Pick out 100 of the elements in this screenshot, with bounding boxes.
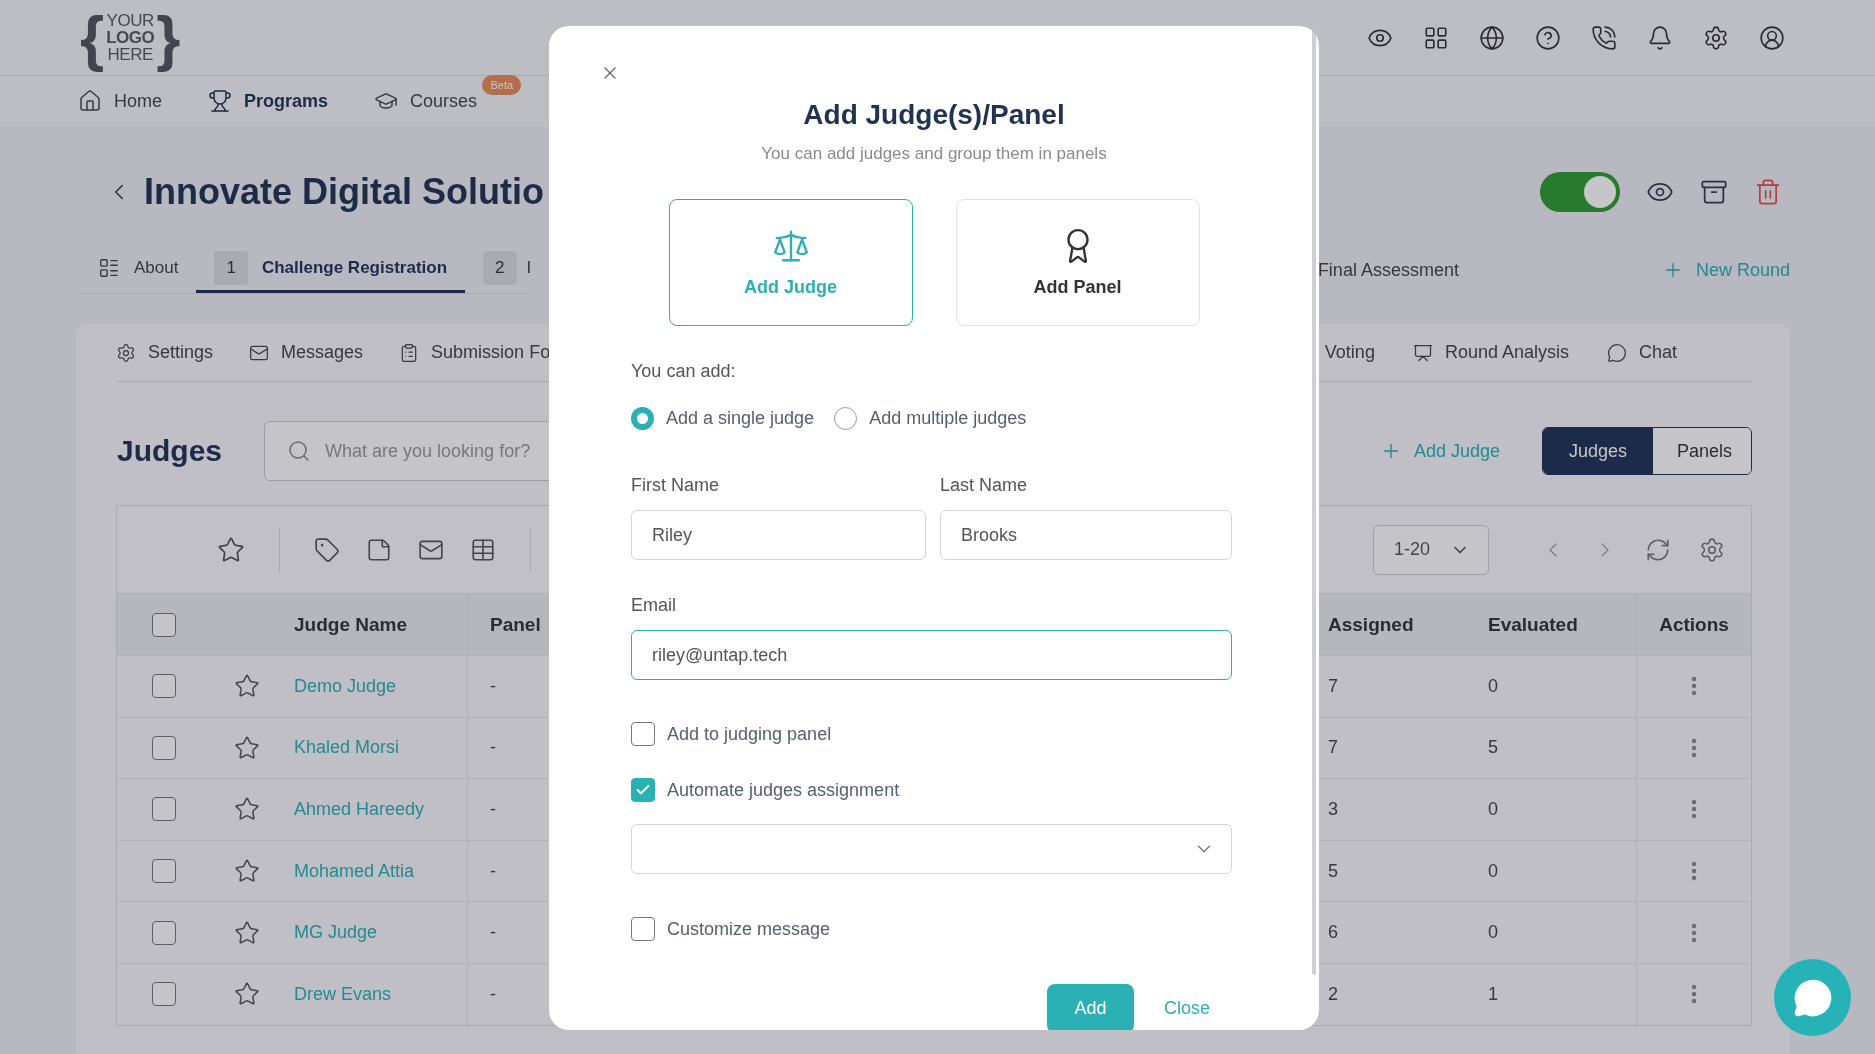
star-icon[interactable] [234, 673, 260, 700]
column-header: Actions [1659, 613, 1729, 636]
sub-tab[interactable]: Chat [1606, 342, 1677, 363]
select-all-checkbox[interactable] [152, 612, 176, 637]
page-title: Innovate Digital Solutio [144, 171, 544, 213]
table-cell: 2 [1328, 983, 1338, 1005]
table-cell: 0 [1488, 860, 1498, 882]
row-checkbox[interactable] [152, 797, 176, 822]
sub-tab[interactable]: Messages [249, 342, 364, 363]
table-cell: 1 [1488, 983, 1498, 1005]
table-cell: - [490, 675, 496, 697]
star-icon[interactable] [217, 535, 245, 564]
star-icon[interactable] [234, 734, 260, 761]
search-icon [287, 439, 312, 463]
scrollbar[interactable] [1312, 30, 1316, 975]
dialog-subtitle: You can add judges and group them in panels [760, 143, 1108, 165]
table-cell: - [490, 799, 496, 820]
round-tab[interactable]: About [80, 246, 197, 293]
gear-icon [116, 342, 136, 363]
radio-option[interactable]: Add multiple judges [834, 406, 1027, 430]
table-cell: 3 [1328, 799, 1338, 820]
table-cell: 0 [1488, 675, 1498, 697]
row-checkbox[interactable] [152, 982, 176, 1007]
form-label: First Name [631, 475, 720, 495]
sub-tab[interactable]: Submission Fo [399, 342, 551, 363]
globe-icon[interactable] [1479, 24, 1505, 51]
grid-icon[interactable] [1423, 24, 1449, 51]
nav-item[interactable]: Programs [208, 89, 329, 113]
dialog-title: Add Judge(s)/Panel [802, 98, 1066, 132]
row-checkbox[interactable] [152, 920, 176, 945]
table-cell: 7 [1328, 737, 1338, 759]
publish-toggle[interactable] [1540, 172, 1620, 212]
table-cell: - [490, 983, 496, 1005]
section-title: Judges [116, 434, 223, 468]
checkbox-option[interactable]: Customize message [631, 917, 1232, 941]
speech-bubble-icon [1792, 977, 1833, 1018]
settings-icon[interactable] [1699, 536, 1725, 563]
checkbox-option[interactable]: Add to judging panel [631, 722, 1232, 746]
list-icon [98, 257, 120, 279]
round-tab[interactable]: 2 I [465, 246, 532, 293]
radio-button[interactable] [631, 406, 654, 430]
round-number: 2 [483, 251, 517, 285]
round-number: 1 [214, 251, 248, 285]
help-icon[interactable] [1535, 24, 1561, 51]
form-label: Email [631, 595, 677, 615]
table-cell: - [490, 922, 496, 944]
row-checkbox[interactable] [152, 674, 176, 699]
form-label: Last Name [940, 475, 1029, 495]
table-cell: 5 [1488, 737, 1498, 759]
row-checkbox[interactable] [152, 859, 176, 884]
option-card[interactable]: Add Panel [955, 199, 1200, 326]
table-cell: 7 [1328, 675, 1338, 697]
column-header: Assigned [1328, 613, 1414, 636]
column-header: Judge Name [294, 613, 407, 636]
star-icon[interactable] [234, 796, 260, 823]
email-field[interactable]: riley@untap.tech [631, 630, 1232, 680]
phone-icon[interactable] [1591, 24, 1617, 51]
note-icon[interactable] [366, 536, 392, 563]
sub-tab[interactable]: Settings [116, 342, 214, 363]
table-cell: 0 [1488, 799, 1498, 820]
star-icon[interactable] [234, 858, 260, 885]
view-toggle[interactable]: Panels [1653, 428, 1751, 474]
monitor-icon [1412, 342, 1433, 363]
beta-badge: Beta [482, 75, 522, 95]
star-icon[interactable] [234, 981, 260, 1008]
page-size-select[interactable]: 1-20 [1373, 524, 1489, 575]
checkbox-option[interactable]: Automate judges assignment [631, 778, 1232, 802]
nav-item[interactable]: Home [78, 89, 162, 113]
refresh-icon[interactable] [1645, 536, 1671, 563]
table-cell: 0 [1488, 922, 1498, 944]
checkbox[interactable] [631, 778, 655, 802]
table-cell: - [490, 860, 496, 882]
form-label: You can add: [631, 361, 737, 381]
radio-option[interactable]: Add a single judge [631, 406, 815, 430]
view-toggle[interactable]: Judges [1543, 428, 1653, 474]
round-tab[interactable]: Final Assessment [1317, 259, 1459, 281]
star-icon[interactable] [234, 919, 260, 946]
user-icon[interactable] [1759, 24, 1785, 51]
checkbox[interactable] [631, 917, 655, 941]
last-name-field[interactable]: Brooks [940, 510, 1232, 560]
trash-icon[interactable] [1754, 178, 1782, 206]
bell-icon[interactable] [1647, 24, 1673, 51]
table-cell: 6 [1328, 922, 1338, 944]
archive-icon[interactable] [1700, 178, 1728, 206]
sub-tab[interactable]: Voting [1324, 342, 1375, 363]
radio-button[interactable] [834, 406, 858, 430]
sub-tab[interactable]: Round Analysis [1412, 342, 1569, 363]
table-cell: 5 [1328, 860, 1338, 882]
tag-icon[interactable] [314, 536, 340, 563]
row-checkbox[interactable] [152, 735, 176, 760]
table-icon[interactable] [470, 536, 496, 563]
column-header: Panel [490, 613, 541, 636]
checkbox[interactable] [631, 722, 655, 746]
trophy-icon [208, 89, 232, 113]
round-tab[interactable]: 1 Challenge Registration [196, 246, 466, 293]
speech-bubble-icon [1606, 342, 1627, 363]
settings-icon[interactable] [1703, 24, 1729, 51]
first-name-field[interactable]: Riley [631, 510, 926, 560]
column-header: Evaluated [1488, 613, 1578, 636]
table-cell: - [490, 737, 496, 759]
